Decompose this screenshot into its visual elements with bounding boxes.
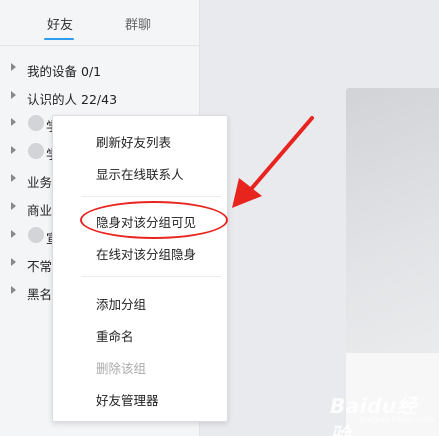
watermark-brand: Baidu经验 bbox=[330, 394, 418, 436]
baidu-watermark: Baidu经验 jingyan.baidu.com bbox=[330, 390, 435, 436]
watermark-url: jingyan.baidu.com bbox=[360, 415, 434, 424]
annotation-arrow-icon bbox=[232, 116, 314, 208]
